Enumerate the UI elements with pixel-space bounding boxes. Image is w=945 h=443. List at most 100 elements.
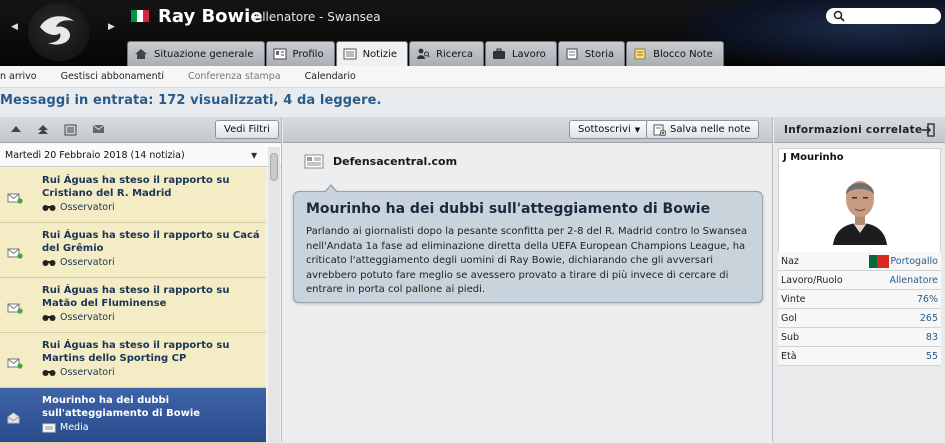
search-input[interactable] — [826, 8, 941, 24]
subnav-conferenza-stampa[interactable]: Conferenza stampa — [176, 71, 293, 82]
subnav-gestisci-abbonamenti[interactable]: Gestisci abbonamenti — [49, 71, 176, 82]
message-title: Mourinho ha dei dubbi sull'atteggiamento… — [42, 395, 201, 419]
message-list-scrollbar[interactable] — [268, 147, 280, 442]
tab-label: Situazione generale — [154, 48, 254, 60]
message-list-panel: Vedi Filtri Martedì 20 Febbraio 2018 (14… — [0, 117, 282, 443]
unread-mail-icon — [7, 248, 23, 259]
message-content-panel: Sottoscrivi ▼ Salva nelle note Defensace… — [283, 117, 773, 442]
move-up-icon[interactable] — [10, 124, 22, 136]
sub-navigation: n arrivo Gestisci abbonamenti Conferenza… — [0, 66, 945, 88]
article-headline: Mourinho ha dei dubbi sull'atteggiamento… — [306, 201, 711, 217]
tab-label: Notizie — [362, 48, 398, 60]
view-filters-label: Vedi Filtri — [224, 124, 270, 135]
forward-arrow-icon[interactable]: ▶ — [108, 22, 115, 32]
binoculars-icon — [42, 205, 56, 211]
info-key: Naz — [781, 256, 799, 267]
news-icon — [343, 48, 357, 60]
manager-name[interactable]: Ray Bowie — [158, 6, 263, 27]
unread-mail-icon — [7, 303, 23, 314]
briefcase-icon — [492, 48, 505, 59]
newspaper-icon — [304, 154, 324, 169]
message-list-toolbar: Vedi Filtri — [0, 117, 281, 143]
tab-ricerca[interactable]: Ricerca — [409, 41, 484, 66]
move-top-icon[interactable] — [37, 124, 49, 136]
unread-mail-icon — [7, 358, 23, 369]
flag-stripe-green — [869, 255, 877, 268]
message-item-selected[interactable]: Mourinho ha dei dubbi sull'atteggiamento… — [0, 388, 266, 443]
binoculars-icon — [42, 370, 56, 376]
info-value: 55 — [925, 351, 938, 362]
info-row-job: Lavoro/Ruolo Allenatore — [778, 271, 941, 290]
date-group-header[interactable]: Martedì 20 Febbraio 2018 (14 notizia) ▼ — [0, 143, 281, 167]
scrollbar-thumb[interactable] — [270, 153, 278, 181]
person-card[interactable]: J Mourinho — [778, 148, 941, 258]
tab-label: Storia — [584, 48, 615, 60]
info-row-age: Età 55 — [778, 347, 941, 366]
binoculars-icon — [42, 315, 56, 321]
tab-label: Blocco Note — [653, 48, 713, 60]
subscribe-label: Sottoscrivi — [578, 124, 631, 135]
chevron-down-icon: ▼ — [634, 125, 641, 134]
info-key: Gol — [781, 313, 797, 324]
message-content-toolbar: Sottoscrivi ▼ Salva nelle note — [283, 117, 772, 143]
subnav-calendario[interactable]: Calendario — [293, 71, 368, 82]
info-row-wins: Vinte 76% — [778, 290, 941, 309]
search-icon — [833, 10, 845, 22]
subnav-in-arrivo[interactable]: n arrivo — [0, 71, 49, 82]
info-value: 76% — [916, 294, 938, 305]
mail-icon[interactable] — [92, 124, 105, 134]
home-icon — [135, 49, 147, 59]
info-value-link[interactable]: Portogallo — [890, 256, 938, 267]
related-info-title: Informazioni correlate — [784, 124, 923, 136]
info-row-goals: Gol 265 — [778, 309, 941, 328]
message-source: Media — [60, 422, 89, 433]
info-value: 83 — [925, 332, 938, 343]
inbox-summary: Messaggi in entrata: 172 visualizzati, 4… — [0, 93, 382, 108]
related-info-panel: Informazioni correlate J Mourinho Naz Po… — [774, 117, 945, 442]
save-to-notes-button[interactable]: Salva nelle note — [646, 120, 760, 139]
message-source: Osservatori — [60, 367, 115, 378]
flag-stripe-red — [877, 255, 889, 268]
club-crest-swan-icon — [28, 3, 90, 61]
message-item[interactable]: Rui Águas ha steso il rapporto su Cacá d… — [0, 223, 266, 278]
news-source-name[interactable]: Defensacentral.com — [333, 155, 457, 168]
tab-notizie[interactable]: Notizie — [335, 41, 409, 66]
unread-mail-icon — [7, 193, 23, 204]
article-body: Parlando ai giornalisti dopo la pesante … — [306, 226, 748, 295]
message-title: Rui Águas ha steso il rapporto su Martin… — [42, 340, 230, 364]
person-name[interactable]: J Mourinho — [783, 152, 844, 163]
scout-icon — [417, 48, 430, 59]
collapse-panel-icon[interactable] — [921, 123, 935, 137]
message-title: Rui Águas ha steso il rapporto su Cacá d… — [42, 230, 260, 254]
tab-storia[interactable]: Storia — [557, 41, 626, 66]
top-bar: ◀ ▶ Ray Bowie Allenatore - Swansea Situa… — [0, 0, 945, 66]
back-arrow-icon[interactable]: ◀ — [11, 22, 18, 32]
message-item[interactable]: Rui Águas ha steso il rapporto su Matão … — [0, 278, 266, 333]
tab-lavoro[interactable]: Lavoro — [484, 41, 557, 66]
message-title: Rui Águas ha steso il rapporto su Matão … — [42, 285, 230, 309]
info-value: 265 — [919, 313, 938, 324]
tab-profilo[interactable]: Profilo — [265, 41, 335, 66]
view-filters-button[interactable]: Vedi Filtri — [215, 120, 279, 139]
tab-label: Lavoro — [511, 48, 546, 60]
message-source: Osservatori — [60, 257, 115, 268]
tab-blocco-note[interactable]: Blocco Note — [626, 41, 724, 66]
add-note-icon — [653, 124, 666, 136]
main-tabs: Situazione generale Profilo Notizie Rice… — [127, 41, 725, 66]
message-title: Rui Águas ha steso il rapporto su Cristi… — [42, 175, 230, 199]
info-row-conceded: Sub 83 — [778, 328, 941, 347]
subscribe-button[interactable]: Sottoscrivi ▼ — [569, 120, 650, 139]
newspaper-icon — [42, 423, 56, 433]
collapse-arrow-icon[interactable]: ▼ — [251, 151, 257, 160]
tab-situazione-generale[interactable]: Situazione generale — [127, 41, 265, 66]
message-item[interactable]: Rui Águas ha steso il rapporto su Cristi… — [0, 168, 266, 223]
tab-label: Ricerca — [436, 48, 473, 60]
portugal-flag-icon — [869, 255, 889, 268]
info-value-link[interactable]: Allenatore — [889, 275, 938, 286]
message-item[interactable]: Rui Águas ha steso il rapporto su Martin… — [0, 333, 266, 388]
list-view-icon[interactable] — [64, 124, 77, 136]
date-group-label: Martedì 20 Febbraio 2018 (14 notizia) — [5, 150, 185, 161]
info-key: Lavoro/Ruolo — [781, 275, 843, 286]
news-article-bubble: Mourinho ha dei dubbi sull'atteggiamento… — [293, 184, 763, 303]
info-row-nationality: Naz Portogallo — [778, 252, 941, 271]
